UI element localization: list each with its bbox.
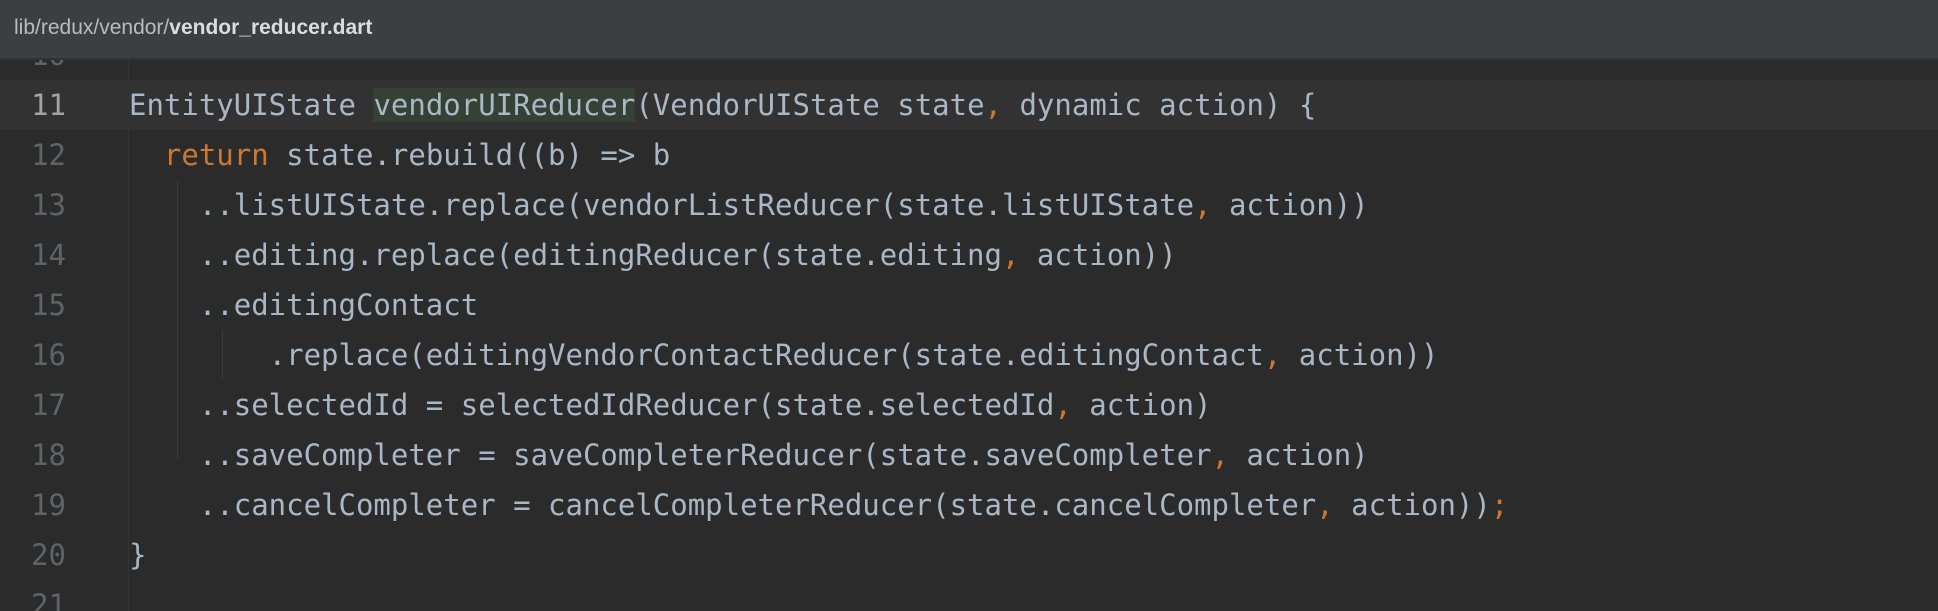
breadcrumb-bar: lib/redux/vendor/vendor_reducer.dart — [0, 0, 1938, 60]
code-editor[interactable]: 1011 EntityUIState vendorUIReducer(Vendor… — [0, 60, 1938, 611]
code-line[interactable]: 13 ..listUIState.replace(vendorListReduc… — [0, 180, 1938, 230]
code-line[interactable]: 21 — [0, 580, 1938, 611]
code-text[interactable]: ..listUIState.replace(vendorListReducer(… — [129, 180, 1369, 230]
line-number[interactable]: 11 — [0, 80, 66, 130]
code-text[interactable]: ..selectedId = selectedIdReducer(state.s… — [129, 380, 1212, 430]
code-text[interactable]: } — [129, 530, 146, 580]
line-number[interactable]: 20 — [0, 530, 66, 580]
code-line[interactable]: 20} — [0, 530, 1938, 580]
code-line[interactable]: 18 ..saveCompleter = saveCompleterReduce… — [0, 430, 1938, 480]
line-number[interactable]: 21 — [0, 580, 66, 611]
code-text[interactable]: ..cancelCompleter = cancelCompleterReduc… — [129, 480, 1509, 530]
line-number[interactable]: 12 — [0, 130, 66, 180]
code-text[interactable]: ..saveCompleter = saveCompleterReducer(s… — [129, 430, 1369, 480]
breadcrumb-file[interactable]: vendor_reducer.dart — [169, 16, 372, 39]
code-text[interactable]: ..editing.replace(editingReducer(state.e… — [129, 230, 1177, 280]
line-number[interactable]: 18 — [0, 430, 66, 480]
code-text[interactable]: EntityUIState vendorUIReducer(VendorUISt… — [129, 80, 1316, 130]
line-number[interactable]: 15 — [0, 280, 66, 330]
code-line[interactable]: 19 ..cancelCompleter = cancelCompleterRe… — [0, 480, 1938, 530]
line-number[interactable]: 17 — [0, 380, 66, 430]
code-text[interactable]: ..editingContact — [129, 280, 478, 330]
line-number[interactable]: 14 — [0, 230, 66, 280]
code-line[interactable]: 11 EntityUIState vendorUIReducer(VendorUI… — [0, 80, 1938, 130]
breadcrumb-path[interactable]: lib/redux/vendor/ — [14, 16, 169, 39]
line-number[interactable]: 10 — [0, 60, 66, 80]
line-number[interactable]: 13 — [0, 180, 66, 230]
code-line[interactable]: 17 ..selectedId = selectedIdReducer(stat… — [0, 380, 1938, 430]
highlighted-symbol[interactable]: vendorUIReducer — [373, 88, 636, 122]
code-line[interactable]: 10 — [0, 60, 1938, 80]
code-line[interactable]: 15 ..editingContact — [0, 280, 1938, 330]
code-line[interactable]: 14 ..editing.replace(editingReducer(stat… — [0, 230, 1938, 280]
code-text[interactable]: return state.rebuild((b) => b — [129, 130, 670, 180]
code-line[interactable]: 16 .replace(editingVendorContactReducer(… — [0, 330, 1938, 380]
code-line[interactable]: 12 return state.rebuild((b) => b — [0, 130, 1938, 180]
breadcrumb[interactable]: lib/redux/vendor/vendor_reducer.dart — [14, 16, 372, 40]
line-number[interactable]: 19 — [0, 480, 66, 530]
line-number[interactable]: 16 — [0, 330, 66, 380]
code-text[interactable]: .replace(editingVendorContactReducer(sta… — [129, 330, 1439, 380]
